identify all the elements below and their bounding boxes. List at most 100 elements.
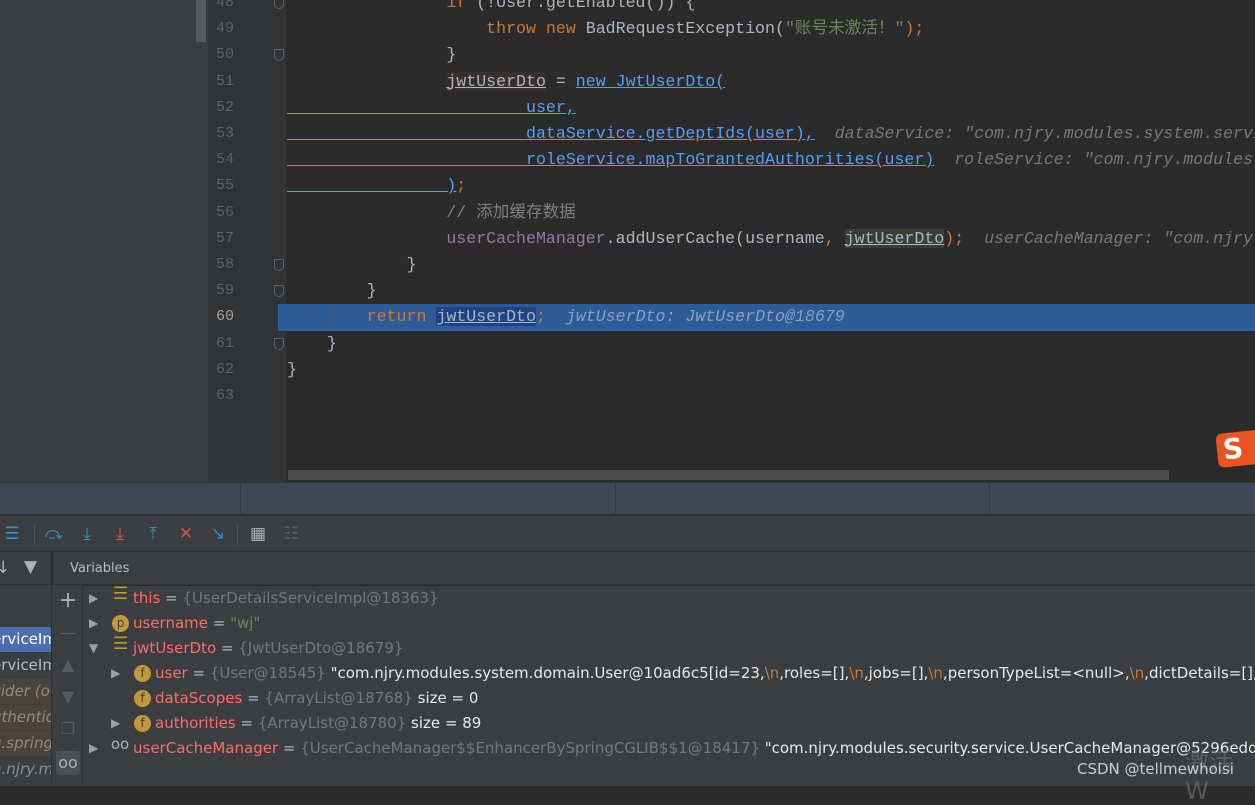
code-token: // 添加缓存数据 — [446, 202, 576, 222]
step-out-icon[interactable]: ⤒ — [143, 524, 163, 544]
code-line[interactable]: 50 } — [208, 42, 1255, 68]
variable-row[interactable]: f dataScopes = {ArrayList@18768} size = 0 — [83, 686, 1255, 711]
line-number[interactable]: 50 — [208, 42, 234, 68]
variable-row[interactable]: ▶ p username = "wj" — [83, 611, 1255, 636]
variable-text: userCacheManager = {UserCacheManager$$En… — [133, 736, 1255, 761]
variable-row[interactable]: ▶ oo userCacheManager = {UserCacheManager$… — [83, 736, 1255, 761]
expand-arrow-icon[interactable]: ▶ — [111, 711, 120, 736]
parameter-icon: p — [112, 615, 129, 632]
variable-text: this = {UserDetailsServiceImpl@18363} — [133, 589, 439, 607]
code-line[interactable]: 62} — [208, 357, 1255, 383]
code-line[interactable]: 52 user, — [208, 95, 1255, 121]
stack-frame[interactable]: uthentic — [0, 705, 51, 730]
code-token: } — [287, 359, 297, 379]
fold-marker-icon[interactable] — [274, 49, 284, 62]
fold-marker-icon[interactable] — [274, 285, 284, 298]
line-number[interactable]: 57 — [208, 226, 234, 252]
code-line[interactable]: 60 return jwtUserDto; jwtUserDto: JwtUse… — [208, 304, 1255, 331]
horizontal-scrollbar[interactable] — [288, 470, 1169, 480]
trace-icon[interactable]: ☷ — [281, 524, 301, 544]
code-token: } — [287, 333, 337, 353]
drop-frame-icon[interactable]: ✕ — [176, 524, 196, 544]
code-line[interactable]: 49 throw new BadRequestException("账号未激活！… — [208, 16, 1255, 42]
fold-marker-icon[interactable] — [274, 337, 284, 350]
line-number[interactable]: 51 — [208, 69, 234, 95]
variable-text: username = "wj" — [133, 614, 261, 632]
code-token: ); — [904, 19, 925, 39]
fold-marker-icon[interactable] — [274, 259, 284, 271]
variable-row[interactable]: ▶ ☰ this = {UserDetailsServiceImpl@18363} — [83, 586, 1255, 611]
line-number[interactable]: 55 — [208, 173, 234, 199]
inline-value-hint: jwtUserDto: JwtUserDto@18679 — [545, 307, 845, 327]
line-number[interactable]: 61 — [208, 331, 234, 357]
code-token: } — [287, 45, 457, 65]
code-line[interactable]: 59 } — [208, 278, 1255, 304]
line-number[interactable]: 54 — [208, 147, 234, 173]
code-token: roleService.mapToGrantedAuthorities(user… — [526, 150, 935, 170]
run-to-cursor-icon[interactable]: ↘ — [208, 524, 228, 544]
stack-frame[interactable]: vider (o — [0, 679, 51, 704]
line-number[interactable]: 59 — [208, 278, 234, 304]
project-panel — [0, 0, 208, 482]
variable-row[interactable]: ▶ f authorities = {ArrayList@18780} size =… — [83, 711, 1255, 736]
expand-arrow-icon[interactable]: ▶ — [111, 661, 120, 686]
variables-tree[interactable]: ▶ ☰ this = {UserDetailsServiceImpl@18363} ▶… — [83, 586, 1255, 786]
code-line[interactable]: 51 jwtUserDto = new JwtUserDto( — [208, 69, 1255, 95]
line-number[interactable]: 49 — [208, 16, 234, 42]
code-line[interactable]: 58 } — [208, 252, 1255, 278]
variable-name: userCacheManager — [133, 739, 279, 757]
filter-icon[interactable]: ▼ — [24, 557, 37, 577]
stack-frame[interactable]: erviceIm — [0, 653, 51, 678]
variable-row[interactable]: ▶ f user = {User@18545} "com.njry.modules.… — [83, 661, 1255, 686]
move-down-icon[interactable]: ▼ — [56, 685, 80, 709]
line-number[interactable]: 56 — [208, 200, 234, 226]
code-line[interactable]: 48 if (!User.getEnabled()) { — [208, 0, 1255, 16]
code-line[interactable]: 57 userCacheManager.addUserCache(usernam… — [208, 226, 1255, 252]
expand-arrow-icon[interactable]: ▶ — [89, 736, 98, 761]
line-number[interactable]: 58 — [208, 252, 234, 278]
line-number[interactable]: 48 — [208, 0, 234, 16]
stack-frame[interactable]: erviceIm — [0, 627, 51, 652]
line-number[interactable]: 63 — [208, 383, 234, 409]
line-number[interactable]: 60 — [208, 304, 278, 331]
code-line[interactable]: 56 // 添加缓存数据 — [208, 200, 1255, 226]
stack-frame[interactable]: n.njry.m — [0, 757, 51, 782]
line-number[interactable]: 52 — [208, 95, 234, 121]
variable-row[interactable]: ▼ ☰ jwtUserDto = {JwtUserDto@18679} — [83, 636, 1255, 661]
show-watches-icon[interactable]: oo — [56, 751, 80, 775]
fold-marker-icon[interactable] — [274, 0, 284, 9]
expand-arrow-icon[interactable]: ▶ — [89, 586, 98, 611]
remove-watch-icon[interactable]: — — [56, 621, 80, 645]
copy-icon[interactable]: ❐ — [56, 717, 80, 741]
stack-frame[interactable]: g.spring — [0, 731, 51, 756]
step-over-icon[interactable]: ⤼ — [44, 524, 64, 544]
code-token: new JwtUserDto( — [575, 71, 726, 91]
force-step-into-icon[interactable]: ⤓ — [110, 524, 130, 544]
code-editor[interactable]: 48 if (!User.getEnabled()) {49 throw new… — [208, 0, 1255, 482]
inline-value-hint: roleService: "com.njry.modules.system.se… — [954, 150, 1255, 170]
line-number[interactable]: 53 — [208, 121, 234, 147]
sort-down-icon[interactable]: ↓ — [0, 558, 10, 578]
add-watch-icon[interactable]: + — [56, 589, 80, 613]
code-token: , — [824, 228, 845, 248]
code-line[interactable]: 53 dataService.getDeptIds(user), dataSer… — [208, 121, 1255, 147]
code-line[interactable]: 63 — [208, 383, 1255, 409]
line-number[interactable]: 62 — [208, 357, 234, 383]
code-line[interactable]: 54 roleService.mapToGrantedAuthorities(u… — [208, 147, 1255, 173]
code-line[interactable]: 55 ); — [208, 173, 1255, 199]
field-icon: f — [134, 690, 151, 707]
code-text: return jwtUserDto; jwtUserDto: JwtUserDt… — [287, 304, 845, 330]
evaluate-expression-icon[interactable]: ▦ — [248, 524, 268, 544]
step-into-icon[interactable]: ⤓ — [77, 524, 97, 544]
collapse-arrow-icon[interactable]: ▼ — [89, 636, 98, 661]
show-execution-point-icon[interactable]: ☰ — [2, 524, 22, 544]
move-up-icon[interactable]: ▲ — [56, 653, 80, 677]
variable-type: {ArrayList@18780} — [257, 714, 407, 732]
code-line[interactable]: 61 } — [208, 331, 1255, 357]
scrollbar[interactable] — [196, 0, 206, 42]
expand-arrow-icon[interactable]: ▶ — [89, 611, 98, 636]
